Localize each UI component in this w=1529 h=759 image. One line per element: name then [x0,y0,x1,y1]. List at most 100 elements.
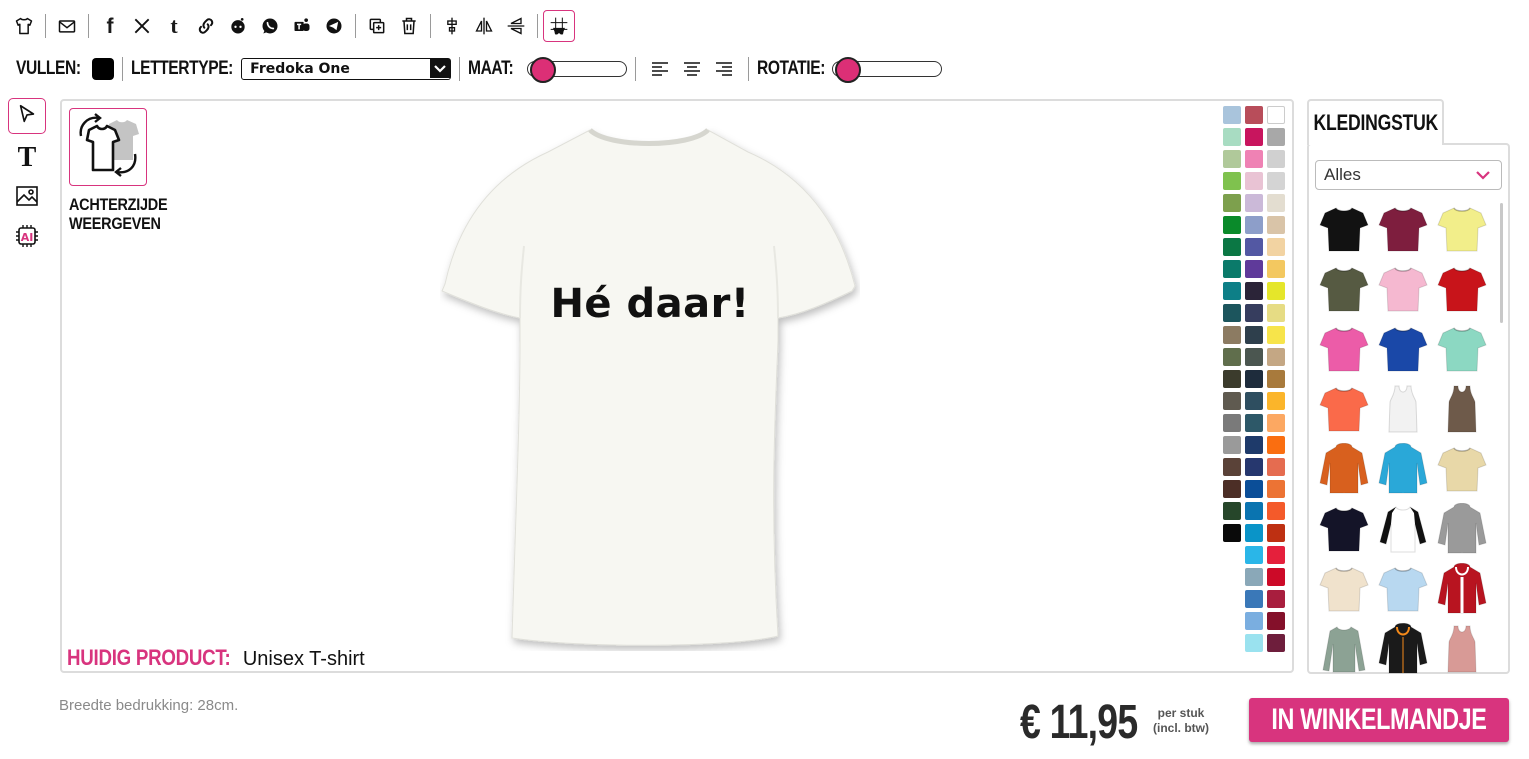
palette-swatch[interactable] [1245,304,1263,322]
garment-tshirt-sand[interactable] [1315,563,1373,615]
palette-swatch[interactable] [1223,414,1241,432]
palette-swatch[interactable] [1245,502,1263,520]
palette-swatch[interactable] [1245,194,1263,212]
palette-swatch[interactable] [1267,612,1285,630]
palette-swatch[interactable] [1245,150,1263,168]
garment-raglan-black-white[interactable] [1374,503,1432,555]
garment-tshirt-yellow[interactable] [1433,203,1491,255]
palette-swatch[interactable] [1245,238,1263,256]
facebook-icon[interactable]: f [94,10,126,42]
garment-tshirt-maroon[interactable] [1374,203,1432,255]
palette-swatch[interactable] [1223,260,1241,278]
palette-swatch[interactable] [1245,216,1263,234]
palette-swatch[interactable] [1267,260,1285,278]
palette-swatch[interactable] [1267,458,1285,476]
garment-tanktop-rose[interactable] [1433,623,1491,675]
palette-swatch[interactable] [1245,326,1263,344]
font-select[interactable]: Fredoka One [241,58,452,80]
palette-swatch[interactable] [1245,348,1263,366]
palette-swatch[interactable] [1223,238,1241,256]
palette-swatch[interactable] [1267,634,1285,652]
add-to-cart-button[interactable]: IN WINKELMANDJE [1249,698,1509,742]
palette-swatch[interactable] [1223,436,1241,454]
palette-swatch[interactable] [1245,458,1263,476]
palette-swatch[interactable] [1267,414,1285,432]
garment-hoodie-turquoise[interactable] [1374,443,1432,495]
garment-tshirt-red[interactable] [1433,263,1491,315]
palette-swatch[interactable] [1267,172,1285,190]
tab-garment[interactable]: KLEDINGSTUK [1307,99,1444,145]
palette-swatch[interactable] [1245,436,1263,454]
garment-tshirt-black[interactable] [1315,203,1373,255]
fill-color-swatch[interactable] [91,58,114,80]
garment-tanktop-white[interactable] [1374,383,1432,435]
palette-swatch[interactable] [1267,216,1285,234]
ai-tool[interactable]: AI [8,218,46,258]
palette-swatch[interactable] [1245,568,1263,586]
garment-longsleeve-sage[interactable] [1315,623,1373,675]
garment-filter-select[interactable]: Alles [1315,160,1502,190]
teams-icon[interactable] [286,10,318,42]
whatsapp-icon[interactable] [254,10,286,42]
size-slider-thumb[interactable] [530,57,557,83]
tumblr-icon[interactable]: t [158,10,190,42]
design-canvas[interactable]: ACHTERZIJDE WEERGEVEN Hé daar! HUIDIG PR… [60,99,1294,673]
align-left-icon[interactable] [644,54,676,84]
palette-swatch[interactable] [1267,590,1285,608]
garment-tanktop-brown[interactable] [1433,383,1491,435]
design-text[interactable]: Hé daar! [442,281,858,327]
reddit-icon[interactable] [222,10,254,42]
palette-swatch[interactable] [1223,524,1241,542]
palette-swatch[interactable] [1267,436,1285,454]
palette-swatch[interactable] [1245,370,1263,388]
garment-scrollbar[interactable] [1500,203,1503,323]
palette-swatch[interactable] [1245,612,1263,630]
palette-swatch[interactable] [1267,150,1285,168]
palette-swatch[interactable] [1223,128,1241,146]
palette-swatch[interactable] [1245,480,1263,498]
duplicate-icon[interactable] [361,10,393,42]
garment-jacket-red-white[interactable] [1433,563,1491,615]
palette-swatch[interactable] [1223,172,1241,190]
telegram-icon[interactable] [318,10,350,42]
palette-swatch[interactable] [1223,194,1241,212]
palette-swatch[interactable] [1267,370,1285,388]
show-back-button[interactable] [69,108,147,186]
palette-swatch[interactable] [1267,480,1285,498]
garment-tshirt-light-pink[interactable] [1374,263,1432,315]
garment-tshirt-royal-blue[interactable] [1374,323,1432,375]
text-tool[interactable]: T [8,138,46,178]
palette-swatch[interactable] [1223,348,1241,366]
garment-tshirt-mint[interactable] [1433,323,1491,375]
palette-swatch[interactable] [1223,106,1241,124]
garment-tshirt-navy[interactable] [1315,503,1373,555]
garment-tshirt-pink[interactable] [1315,323,1373,375]
palette-swatch[interactable] [1223,304,1241,322]
garment-hoodie-black-orange[interactable] [1374,623,1432,675]
palette-swatch[interactable] [1267,106,1285,124]
flip-horizontal-icon[interactable] [468,10,500,42]
size-slider[interactable] [527,57,628,83]
email-icon[interactable] [51,10,83,42]
palette-swatch[interactable] [1223,216,1241,234]
x-icon[interactable] [126,10,158,42]
garment-tshirt-tiedye[interactable] [1433,443,1491,495]
image-tool[interactable] [8,178,46,218]
palette-swatch[interactable] [1267,282,1285,300]
garment-tshirt-coral[interactable] [1315,383,1373,435]
palette-swatch[interactable] [1245,414,1263,432]
palette-swatch[interactable] [1267,128,1285,146]
palette-swatch[interactable] [1223,502,1241,520]
garment-tshirt-olive[interactable] [1315,263,1373,315]
palette-swatch[interactable] [1267,392,1285,410]
palette-swatch[interactable] [1223,480,1241,498]
select-tool[interactable] [8,98,46,134]
align-center-text-icon[interactable] [676,54,708,84]
link-icon[interactable] [190,10,222,42]
palette-swatch[interactable] [1267,348,1285,366]
palette-swatch[interactable] [1267,326,1285,344]
palette-swatch[interactable] [1245,634,1263,652]
garment-hoodie-grey[interactable] [1433,503,1491,555]
show-back-label[interactable]: ACHTERZIJDE WEERGEVEN [69,195,168,233]
palette-swatch[interactable] [1223,150,1241,168]
